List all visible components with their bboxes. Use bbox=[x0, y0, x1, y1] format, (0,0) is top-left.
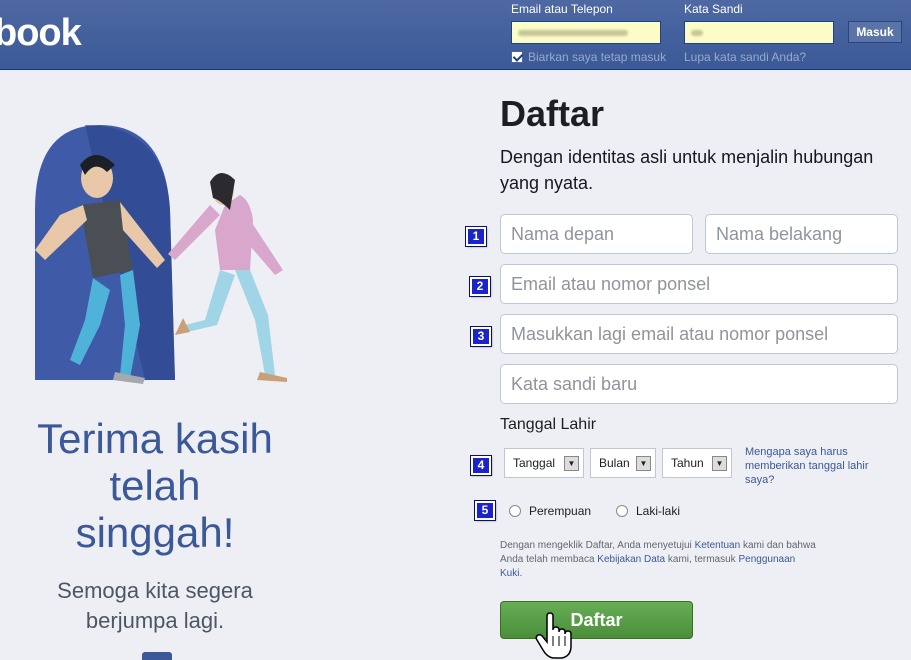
new-password-input[interactable]: Kata sandi baru bbox=[500, 364, 898, 404]
facebook-logo[interactable]: book bbox=[0, 12, 82, 55]
blurred-password-value bbox=[691, 30, 703, 36]
blurred-email-value bbox=[518, 30, 628, 36]
email-confirm-input[interactable]: Masukkan lagi email atau nomor ponsel bbox=[500, 314, 898, 354]
keep-logged-in-checkbox[interactable] bbox=[511, 51, 523, 63]
forgot-password-link[interactable]: Lupa kata sandi Anda? bbox=[684, 50, 806, 64]
chevron-down-icon: ▼ bbox=[636, 456, 651, 471]
signup-title: Daftar bbox=[500, 93, 605, 134]
data-policy-link[interactable]: Kebijakan Data bbox=[597, 554, 665, 565]
female-radio[interactable] bbox=[509, 505, 521, 517]
last-name-input[interactable]: Nama belakang bbox=[705, 214, 898, 254]
thanks-heading: Terima kasih telah singgah! bbox=[0, 415, 310, 556]
month-select-value: Bulan bbox=[599, 456, 630, 470]
step-badge-4: 4 bbox=[470, 455, 492, 476]
see-you-message: Semoga kita segera berjumpa lagi. bbox=[0, 576, 310, 636]
day-select[interactable]: Tanggal ▼ bbox=[504, 448, 584, 478]
month-select[interactable]: Bulan ▼ bbox=[590, 448, 656, 478]
top-bar: book Email atau Telepon Kata Sandi Masuk… bbox=[0, 0, 911, 70]
terms-part-1: Dengan mengeklik Daftar, Anda menyetujui bbox=[500, 540, 695, 551]
password-label: Kata Sandi bbox=[684, 2, 743, 16]
step-badge-2: 2 bbox=[469, 276, 491, 297]
thanks-line-3: singgah! bbox=[75, 509, 235, 556]
terms-link[interactable]: Ketentuan bbox=[695, 540, 741, 551]
year-select[interactable]: Tahun ▼ bbox=[662, 448, 732, 478]
email-label: Email atau Telepon bbox=[511, 2, 613, 16]
birthday-label: Tanggal Lahir bbox=[500, 416, 597, 433]
chevron-down-icon: ▼ bbox=[712, 456, 727, 471]
facebook-icon bbox=[142, 652, 172, 660]
gender-female[interactable]: Perempuan bbox=[509, 504, 591, 518]
year-select-value: Tahun bbox=[671, 456, 704, 470]
login-password-input[interactable] bbox=[684, 21, 834, 44]
step-badge-3: 3 bbox=[470, 326, 492, 347]
couple-illustration bbox=[35, 125, 287, 384]
terms-text: Dengan mengeklik Daftar, Anda menyetujui… bbox=[500, 539, 820, 581]
keep-logged-in-label: Biarkan saya tetap masuk bbox=[528, 50, 667, 64]
thanks-line-2: telah bbox=[109, 462, 201, 509]
see-you-line-2: berjumpa lagi. bbox=[85, 608, 225, 633]
male-radio[interactable] bbox=[616, 505, 628, 517]
login-button[interactable]: Masuk bbox=[848, 21, 902, 43]
terms-part-4: . bbox=[519, 568, 523, 579]
login-email-input[interactable] bbox=[511, 21, 661, 44]
step-badge-1: 1 bbox=[465, 226, 487, 247]
chevron-down-icon: ▼ bbox=[564, 456, 579, 471]
female-label: Perempuan bbox=[529, 504, 592, 518]
see-you-line-1: Semoga kita segera bbox=[57, 578, 253, 603]
email-input[interactable]: Email atau nomor ponsel bbox=[500, 264, 898, 304]
signup-subtitle: Dengan identitas asli untuk menjalin hub… bbox=[500, 147, 874, 193]
thanks-line-1: Terima kasih bbox=[37, 415, 273, 462]
gender-male[interactable]: Laki-laki bbox=[616, 504, 680, 518]
first-name-input[interactable]: Nama depan bbox=[500, 214, 693, 254]
hand-cursor-icon bbox=[535, 612, 572, 659]
signup-button[interactable]: Daftar bbox=[500, 601, 693, 639]
terms-part-3: kami, termasuk bbox=[665, 554, 739, 565]
why-birthday-link[interactable]: Mengapa saya harus memberikan tanggal la… bbox=[745, 445, 885, 487]
male-label: Laki-laki bbox=[636, 504, 681, 518]
keep-logged-in[interactable]: Biarkan saya tetap masuk bbox=[511, 50, 666, 64]
step-badge-5: 5 bbox=[474, 500, 496, 521]
day-select-value: Tanggal bbox=[513, 456, 556, 470]
